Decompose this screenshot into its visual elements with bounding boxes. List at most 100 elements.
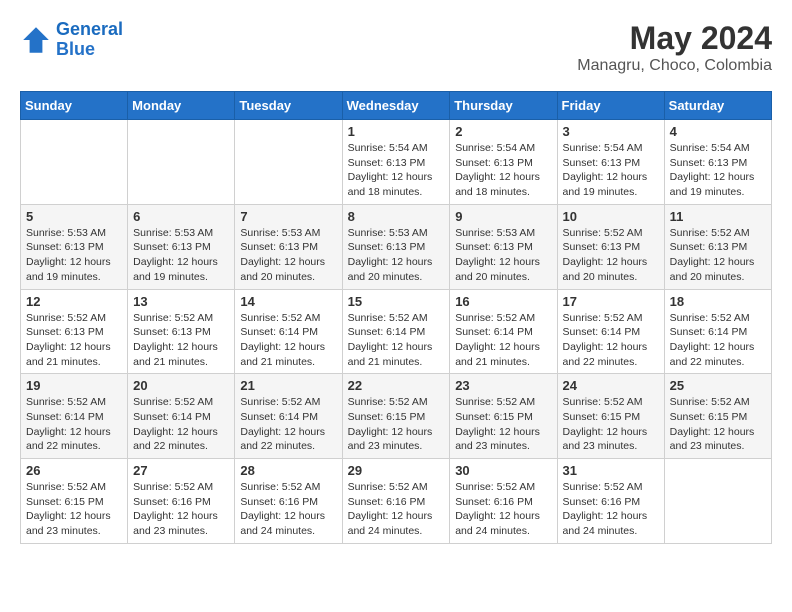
day-info: Sunrise: 5:54 AM Sunset: 6:13 PM Dayligh… <box>563 141 659 200</box>
day-number: 18 <box>670 294 766 309</box>
day-number: 2 <box>455 124 551 139</box>
day-number: 5 <box>26 209 122 224</box>
calendar-cell: 15Sunrise: 5:52 AM Sunset: 6:14 PM Dayli… <box>342 289 450 374</box>
calendar-week-row: 19 Sunrise: 5:52 AM Sunset: 6:14 PM Dayli… <box>21 374 772 459</box>
day-number: 4 <box>670 124 766 139</box>
day-number: 12 <box>26 294 122 309</box>
calendar-cell: 30 Sunrise: 5:52 AM Sunset: 6:16 PM Dayli… <box>450 459 557 544</box>
day-number: 31 <box>563 463 659 478</box>
day-number: 21 <box>240 378 336 393</box>
day-info: Sunrise: 5:52 AM Sunset: 6:14 PM Dayligh… <box>26 395 122 454</box>
day-number: 15 <box>348 294 445 309</box>
day-info: Sunrise: 5:52 AM Sunset: 6:16 PM Dayligh… <box>455 480 551 539</box>
day-info: Sunrise: 5:52 AM Sunset: 6:14 PM Dayligh… <box>240 395 336 454</box>
day-number: 28 <box>240 463 336 478</box>
day-number: 16 <box>455 294 551 309</box>
weekday-header: Tuesday <box>235 92 342 120</box>
day-number: 14 <box>240 294 336 309</box>
day-number: 8 <box>348 209 445 224</box>
day-info: Sunrise: 5:54 AM Sunset: 6:13 PM Dayligh… <box>670 141 766 200</box>
day-number: 13 <box>133 294 229 309</box>
day-info: Sunrise: 5:52 AM Sunset: 6:15 PM Dayligh… <box>348 395 445 454</box>
calendar-cell: 11Sunrise: 5:52 AM Sunset: 6:13 PM Dayli… <box>664 204 771 289</box>
calendar-cell: 21 Sunrise: 5:52 AM Sunset: 6:14 PM Dayli… <box>235 374 342 459</box>
calendar-cell: 6 Sunrise: 5:53 AM Sunset: 6:13 PM Daylig… <box>128 204 235 289</box>
day-info: Sunrise: 5:52 AM Sunset: 6:15 PM Dayligh… <box>563 395 659 454</box>
day-info: Sunrise: 5:53 AM Sunset: 6:13 PM Dayligh… <box>455 226 551 285</box>
weekday-header: Wednesday <box>342 92 450 120</box>
calendar-cell <box>128 120 235 205</box>
calendar-cell: 17 Sunrise: 5:52 AM Sunset: 6:14 PM Dayli… <box>557 289 664 374</box>
calendar-cell: 18 Sunrise: 5:52 AM Sunset: 6:14 PM Dayli… <box>664 289 771 374</box>
day-number: 3 <box>563 124 659 139</box>
calendar-cell: 23Sunrise: 5:52 AM Sunset: 6:15 PM Dayli… <box>450 374 557 459</box>
calendar-cell: 27 Sunrise: 5:52 AM Sunset: 6:16 PM Dayli… <box>128 459 235 544</box>
day-info: Sunrise: 5:53 AM Sunset: 6:13 PM Dayligh… <box>26 226 122 285</box>
day-number: 26 <box>26 463 122 478</box>
day-number: 1 <box>348 124 445 139</box>
weekday-header: Thursday <box>450 92 557 120</box>
day-info: Sunrise: 5:52 AM Sunset: 6:15 PM Dayligh… <box>455 395 551 454</box>
day-info: Sunrise: 5:52 AM Sunset: 6:13 PM Dayligh… <box>133 311 229 370</box>
logo-text: General Blue <box>56 20 123 60</box>
weekday-header: Saturday <box>664 92 771 120</box>
day-number: 25 <box>670 378 766 393</box>
day-info: Sunrise: 5:52 AM Sunset: 6:14 PM Dayligh… <box>563 311 659 370</box>
calendar-cell: 26Sunrise: 5:52 AM Sunset: 6:15 PM Dayli… <box>21 459 128 544</box>
day-info: Sunrise: 5:52 AM Sunset: 6:13 PM Dayligh… <box>563 226 659 285</box>
calendar-cell: 13 Sunrise: 5:52 AM Sunset: 6:13 PM Dayli… <box>128 289 235 374</box>
weekday-header: Monday <box>128 92 235 120</box>
calendar-cell: 22 Sunrise: 5:52 AM Sunset: 6:15 PM Dayli… <box>342 374 450 459</box>
page-header: General Blue May 2024 Managru, Choco, Co… <box>20 20 772 75</box>
calendar-week-row: 1 Sunrise: 5:54 AM Sunset: 6:13 PM Daylig… <box>21 120 772 205</box>
calendar-cell <box>664 459 771 544</box>
calendar-cell: 28 Sunrise: 5:52 AM Sunset: 6:16 PM Dayli… <box>235 459 342 544</box>
calendar-cell: 31 Sunrise: 5:52 AM Sunset: 6:16 PM Dayli… <box>557 459 664 544</box>
day-info: Sunrise: 5:52 AM Sunset: 6:16 PM Dayligh… <box>133 480 229 539</box>
calendar-table: SundayMondayTuesdayWednesdayThursdayFrid… <box>20 91 772 544</box>
day-number: 30 <box>455 463 551 478</box>
weekday-header: Sunday <box>21 92 128 120</box>
day-info: Sunrise: 5:52 AM Sunset: 6:13 PM Dayligh… <box>670 226 766 285</box>
day-info: Sunrise: 5:52 AM Sunset: 6:16 PM Dayligh… <box>240 480 336 539</box>
calendar-cell <box>21 120 128 205</box>
day-info: Sunrise: 5:52 AM Sunset: 6:16 PM Dayligh… <box>348 480 445 539</box>
calendar-cell: 19 Sunrise: 5:52 AM Sunset: 6:14 PM Dayli… <box>21 374 128 459</box>
logo: General Blue <box>20 20 123 60</box>
day-info: Sunrise: 5:52 AM Sunset: 6:14 PM Dayligh… <box>670 311 766 370</box>
calendar-cell: 8Sunrise: 5:53 AM Sunset: 6:13 PM Daylig… <box>342 204 450 289</box>
day-info: Sunrise: 5:52 AM Sunset: 6:15 PM Dayligh… <box>670 395 766 454</box>
day-number: 19 <box>26 378 122 393</box>
calendar-cell: 29 Sunrise: 5:52 AM Sunset: 6:16 PM Dayli… <box>342 459 450 544</box>
calendar-cell: 10 Sunrise: 5:52 AM Sunset: 6:13 PM Dayli… <box>557 204 664 289</box>
calendar-week-row: 5 Sunrise: 5:53 AM Sunset: 6:13 PM Daylig… <box>21 204 772 289</box>
day-number: 29 <box>348 463 445 478</box>
title-block: May 2024 Managru, Choco, Colombia <box>577 20 772 75</box>
calendar-cell: 12Sunrise: 5:52 AM Sunset: 6:13 PM Dayli… <box>21 289 128 374</box>
calendar-cell: 20Sunrise: 5:52 AM Sunset: 6:14 PM Dayli… <box>128 374 235 459</box>
day-info: Sunrise: 5:54 AM Sunset: 6:13 PM Dayligh… <box>455 141 551 200</box>
calendar-cell: 1 Sunrise: 5:54 AM Sunset: 6:13 PM Daylig… <box>342 120 450 205</box>
day-info: Sunrise: 5:52 AM Sunset: 6:16 PM Dayligh… <box>563 480 659 539</box>
day-number: 17 <box>563 294 659 309</box>
day-number: 24 <box>563 378 659 393</box>
day-number: 6 <box>133 209 229 224</box>
day-number: 27 <box>133 463 229 478</box>
day-number: 22 <box>348 378 445 393</box>
month-year: May 2024 <box>577 20 772 57</box>
calendar-cell: 16 Sunrise: 5:52 AM Sunset: 6:14 PM Dayli… <box>450 289 557 374</box>
day-number: 9 <box>455 209 551 224</box>
day-info: Sunrise: 5:53 AM Sunset: 6:13 PM Dayligh… <box>133 226 229 285</box>
calendar-cell: 9 Sunrise: 5:53 AM Sunset: 6:13 PM Daylig… <box>450 204 557 289</box>
calendar-cell: 5 Sunrise: 5:53 AM Sunset: 6:13 PM Daylig… <box>21 204 128 289</box>
weekday-header: Friday <box>557 92 664 120</box>
calendar-cell: 25 Sunrise: 5:52 AM Sunset: 6:15 PM Dayli… <box>664 374 771 459</box>
day-number: 10 <box>563 209 659 224</box>
calendar-header-row: SundayMondayTuesdayWednesdayThursdayFrid… <box>21 92 772 120</box>
calendar-cell: 24 Sunrise: 5:52 AM Sunset: 6:15 PM Dayli… <box>557 374 664 459</box>
calendar-week-row: 12 Sunrise: 5:52 AM Sunset: 6:13 PM Dayli… <box>21 289 772 374</box>
day-info: Sunrise: 5:54 AM Sunset: 6:13 PM Dayligh… <box>348 141 445 200</box>
day-info: Sunrise: 5:52 AM Sunset: 6:14 PM Dayligh… <box>455 311 551 370</box>
day-info: Sunrise: 5:52 AM Sunset: 6:14 PM Dayligh… <box>133 395 229 454</box>
calendar-cell: 4 Sunrise: 5:54 AM Sunset: 6:13 PM Daylig… <box>664 120 771 205</box>
